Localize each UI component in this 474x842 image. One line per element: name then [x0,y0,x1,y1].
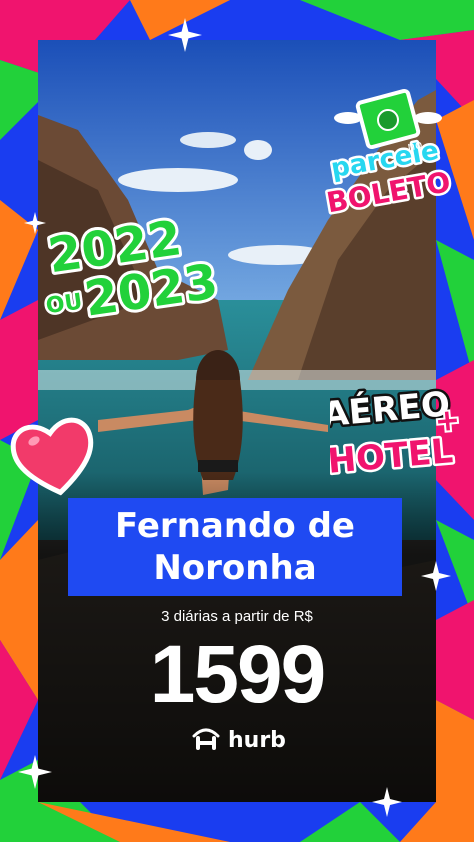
destination-title: Fernando de Noronha [68,498,402,596]
aereo-hotel-sticker: AÉREO HOTEL + [330,381,460,485]
no-text: no [406,137,423,153]
sparkle-icon [421,561,451,591]
sparkle-icon [372,787,402,817]
brand-logo: hurb [190,726,286,754]
boleto-sticker: parcele no BOLETO [322,88,454,222]
year-or-text: OU [44,289,84,319]
plus-text: + [433,402,460,439]
offer-subtitle: 3 diárias a partir de R$ [161,608,313,625]
offer-price: 1599 [149,629,326,720]
hurb-logo-icon [192,728,220,750]
sparkle-icon [168,18,202,52]
sparkle-icon [18,755,52,789]
brand-name: hurb [228,727,286,753]
destination-line-1: Fernando de [115,506,355,546]
destination-line-2: Noronha [153,548,317,588]
heart-icon [10,417,94,496]
year-sticker: 2022 OU 2023 [42,215,218,325]
